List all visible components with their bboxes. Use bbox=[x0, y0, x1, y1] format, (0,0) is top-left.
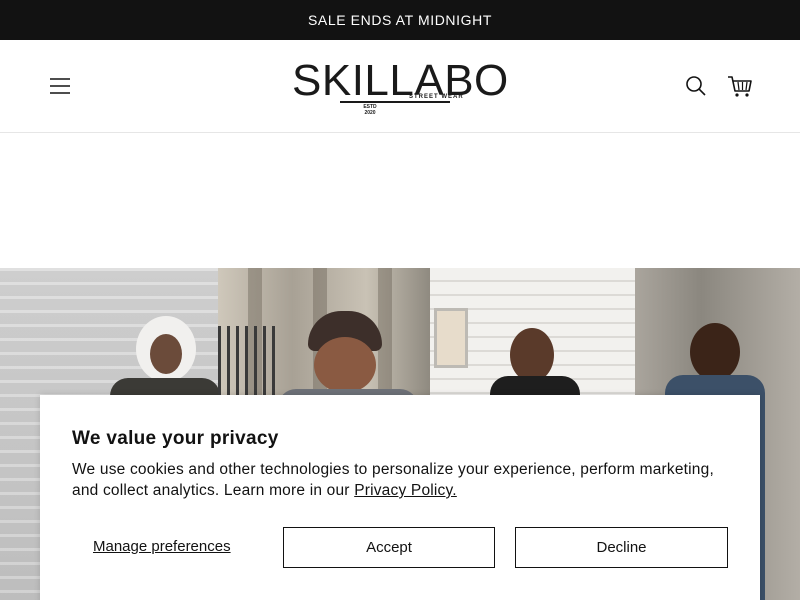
site-header: SKILLABO STREET WEAR ESTD 2020 bbox=[0, 40, 800, 133]
search-button[interactable] bbox=[684, 74, 708, 98]
manage-preferences-link[interactable]: Manage preferences bbox=[93, 538, 231, 555]
cookie-description: We use cookies and other technologies to… bbox=[72, 459, 732, 501]
site-logo[interactable]: SKILLABO STREET WEAR ESTD 2020 bbox=[292, 56, 508, 118]
logo-wordmark: SKILLABO bbox=[292, 56, 509, 105]
logo-tagline: STREET WEAR bbox=[409, 94, 464, 100]
decline-button[interactable]: Decline bbox=[515, 527, 728, 568]
cart-icon bbox=[728, 76, 752, 97]
announcement-bar: SALE ENDS AT MIDNIGHT bbox=[0, 0, 800, 40]
logo-underline bbox=[340, 101, 450, 103]
hamburger-menu-icon bbox=[50, 78, 70, 94]
announcement-text: SALE ENDS AT MIDNIGHT bbox=[307, 12, 492, 28]
logo-est-line2: 2020 bbox=[364, 110, 376, 116]
cookie-title: We value your privacy bbox=[72, 428, 279, 449]
cart-button[interactable] bbox=[726, 72, 754, 100]
search-icon bbox=[686, 76, 706, 96]
accept-button[interactable]: Accept bbox=[283, 527, 495, 568]
menu-button[interactable] bbox=[46, 72, 74, 100]
logo-established: ESTD 2020 bbox=[360, 104, 380, 116]
cookie-consent-banner: We value your privacy We use cookies and… bbox=[40, 395, 760, 600]
privacy-policy-link[interactable]: Privacy Policy. bbox=[354, 482, 457, 499]
